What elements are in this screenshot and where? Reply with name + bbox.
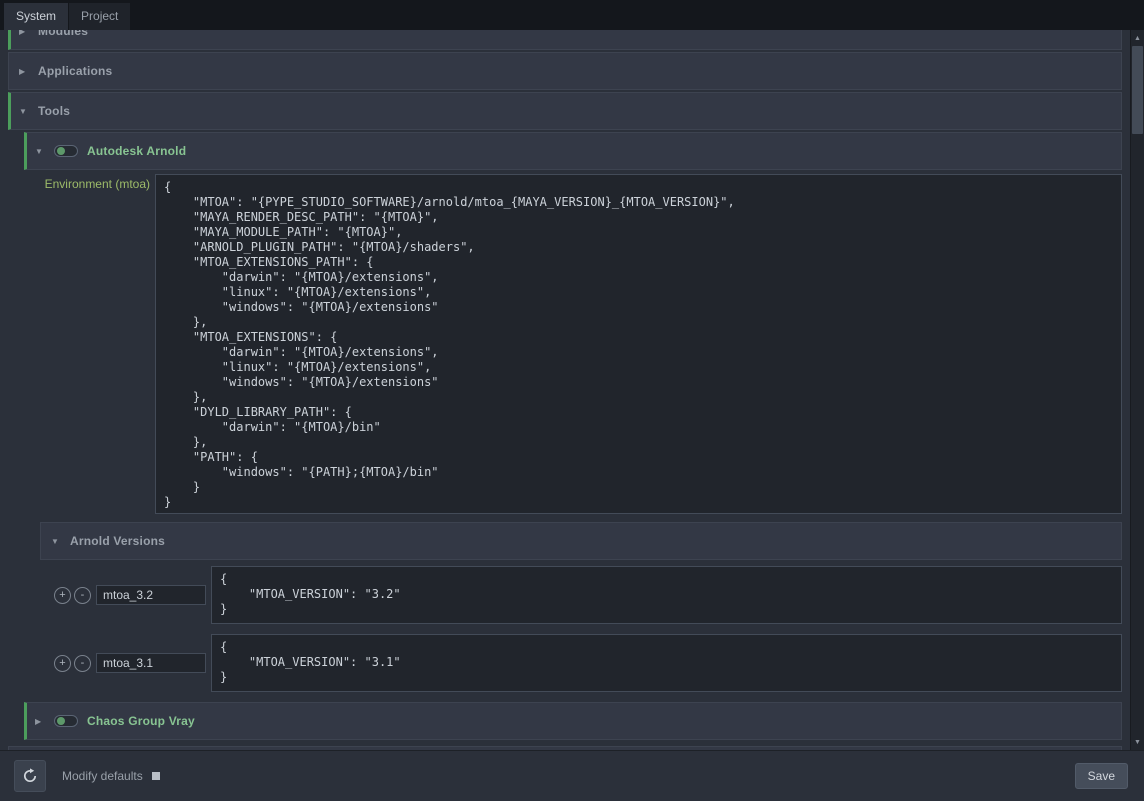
settings-content: ▶ Modules ▶ Applications ▼ Tools ▼ Autod… <box>0 30 1144 750</box>
environment-field-row: Environment (mtoa) { "MTOA": "{PYPE_STUD… <box>24 174 1122 514</box>
chevron-right-icon: ▶ <box>35 717 45 726</box>
modify-defaults-checkbox[interactable] <box>152 772 160 780</box>
vertical-scrollbar[interactable]: ▲ ▼ <box>1130 30 1144 750</box>
scrollbar-thumb[interactable] <box>1132 46 1143 134</box>
section-label-arnold-versions: Arnold Versions <box>70 534 165 548</box>
version-json-editor[interactable]: { "MTOA_VERSION": "3.1" } <box>211 634 1122 692</box>
section-header-tools[interactable]: ▼ Tools <box>8 92 1122 130</box>
chevron-right-icon: ▶ <box>19 67 29 76</box>
tab-system[interactable]: System <box>4 3 68 30</box>
scroll-up-icon[interactable]: ▲ <box>1131 31 1144 45</box>
section-label-tools: Tools <box>38 104 70 118</box>
version-key-input[interactable] <box>96 653 206 673</box>
add-version-button[interactable]: + <box>54 587 71 604</box>
section-header-chaos-group-vray[interactable]: ▶ Chaos Group Vray <box>24 702 1122 740</box>
section-label-autodesk-arnold: Autodesk Arnold <box>87 144 186 158</box>
enabled-toggle-icon[interactable] <box>54 145 78 157</box>
chevron-down-icon: ▼ <box>51 537 61 546</box>
environment-label: Environment (mtoa) <box>24 174 150 191</box>
version-row: + - { "MTOA_VERSION": "3.2" } <box>54 566 1122 624</box>
section-header-applications[interactable]: ▶ Applications <box>8 52 1122 90</box>
section-header-arnold-versions[interactable]: ▼ Arnold Versions <box>40 522 1122 560</box>
version-key-input[interactable] <box>96 585 206 605</box>
environment-json-editor[interactable]: { "MTOA": "{PYPE_STUDIO_SOFTWARE}/arnold… <box>155 174 1122 514</box>
settings-window: System Project ▶ Modules ▶ Applications … <box>0 0 1144 801</box>
enabled-toggle-icon[interactable] <box>54 715 78 727</box>
refresh-button[interactable] <box>14 760 46 792</box>
modify-defaults-label: Modify defaults <box>62 769 143 783</box>
version-json-editor[interactable]: { "MTOA_VERSION": "3.2" } <box>211 566 1122 624</box>
chevron-down-icon: ▼ <box>35 147 45 156</box>
add-version-button[interactable]: + <box>54 655 71 672</box>
refresh-icon <box>22 768 38 784</box>
tab-project[interactable]: Project <box>69 3 130 30</box>
chevron-right-icon: ▶ <box>19 30 29 36</box>
section-label-applications: Applications <box>38 64 112 78</box>
tab-bar: System Project <box>0 0 1144 30</box>
section-label-modules: Modules <box>38 30 88 38</box>
save-button[interactable]: Save <box>1075 763 1128 789</box>
section-header-modules[interactable]: ▶ Modules <box>8 30 1122 50</box>
remove-version-button[interactable]: - <box>74 655 91 672</box>
remove-version-button[interactable]: - <box>74 587 91 604</box>
chevron-down-icon: ▼ <box>19 107 29 116</box>
scroll-down-icon[interactable]: ▼ <box>1131 735 1144 749</box>
section-label-chaos-group-vray: Chaos Group Vray <box>87 714 195 728</box>
footer-bar: Modify defaults Save <box>0 750 1144 801</box>
section-header-autodesk-arnold[interactable]: ▼ Autodesk Arnold <box>24 132 1122 170</box>
version-row: + - { "MTOA_VERSION": "3.1" } <box>54 634 1122 692</box>
